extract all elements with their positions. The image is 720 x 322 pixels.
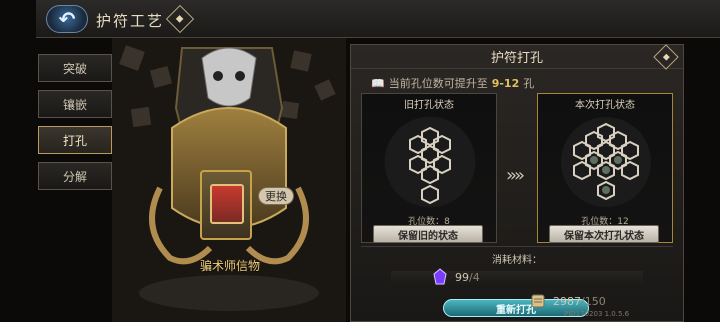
materials-title: 消耗材料： — [492, 255, 542, 266]
crystal-have: 99 — [455, 270, 469, 284]
tab-drill[interactable]: 打孔 — [38, 126, 112, 154]
new-state-label: 本次打孔状态 — [575, 100, 635, 111]
item-name: 骗术师信物 — [200, 259, 261, 273]
hint-text: 📖 当前孔位数可提升至 9-12 孔 — [371, 75, 534, 91]
tab-decompose[interactable]: 分解 — [38, 162, 112, 190]
new-hex-grid — [561, 117, 651, 207]
back-button[interactable]: ↶ — [46, 5, 88, 33]
book-icon: 📖 — [371, 76, 385, 90]
keep-new-button[interactable]: 保留本次打孔状态 — [549, 225, 659, 243]
page-title: 护符工艺 — [96, 12, 165, 30]
tab-breakthrough[interactable]: 突破 — [38, 54, 112, 82]
change-button[interactable]: 更换 — [258, 187, 294, 205]
keep-old-button[interactable]: 保留旧的状态 — [373, 225, 483, 243]
drill-panel: 护符打孔 ◆ 📖 当前孔位数可提升至 9-12 孔 旧打孔状态 孔位数：8 »»… — [350, 44, 684, 322]
scroll-have: 2987 — [553, 294, 581, 308]
hint-prefix: 当前孔位数可提升至 — [388, 77, 488, 90]
diamond-info-icon: ◆ — [176, 13, 184, 25]
panel-title: 护符打孔 — [351, 45, 683, 69]
panel-title-text: 护符打孔 — [490, 51, 543, 66]
materials-section: 消耗材料： 99 / 4 2987 / 150 — [361, 246, 673, 308]
hint-range: 9-12 — [491, 76, 520, 90]
material-crystal: 99 / 4 — [431, 265, 720, 289]
mask-icon — [210, 184, 244, 224]
new-state-box: 本次打孔状态 孔位数：12 — [537, 93, 673, 243]
crystal-need: 4 — [472, 270, 480, 284]
material-scroll: 2987 / 150 — [529, 289, 720, 313]
scroll-icon — [531, 294, 545, 308]
tab-inlay[interactable]: 镶嵌 — [38, 90, 112, 118]
old-state-box: 旧打孔状态 孔位数：8 — [361, 93, 497, 243]
side-tabs: 突破 镶嵌 打孔 分解 — [38, 54, 112, 198]
old-hex-grid — [384, 116, 476, 208]
purple-crystal-icon — [433, 268, 447, 285]
hint-suffix: 孔 — [523, 77, 535, 90]
back-icon: ↶ — [58, 7, 76, 31]
scroll-need: 150 — [584, 294, 606, 308]
diamond-info-icon: ◆ — [662, 51, 670, 62]
old-state-label: 旧打孔状态 — [404, 100, 454, 111]
item-card[interactable] — [200, 170, 252, 240]
next-arrows-icon: »» — [506, 165, 525, 186]
